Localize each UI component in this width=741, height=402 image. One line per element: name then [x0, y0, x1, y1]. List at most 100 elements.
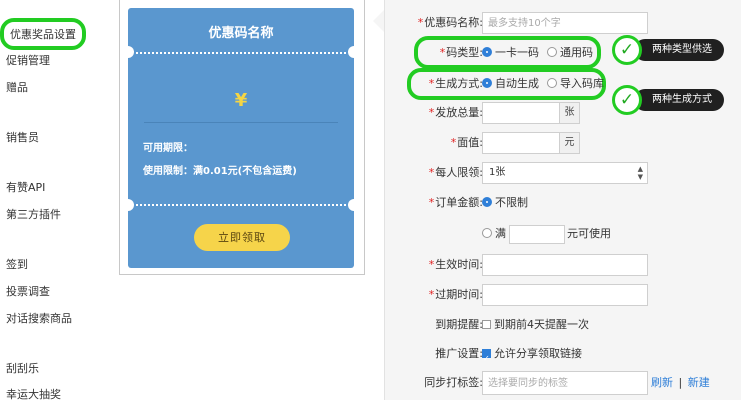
order-amount-label-text: 订单金额: [435, 196, 483, 209]
start-time-label: *生效时间: [429, 253, 483, 277]
radio-selected-icon [482, 78, 492, 88]
checkbox-label: 允许分享领取链接 [494, 347, 582, 360]
select-arrow-icon: ▲ ▼ [637, 165, 643, 181]
sidebar-item-third-party-plugins[interactable]: 第三方插件 [6, 206, 61, 222]
per-user-limit-select[interactable]: 1张 ▲ ▼ [482, 162, 648, 184]
face-value-label-text: 面值: [457, 136, 483, 149]
promotion-label: 推广设置: [435, 347, 483, 360]
order-threshold-input[interactable] [509, 225, 565, 244]
code-type-label-text: 码类型: [446, 46, 483, 59]
coupon-notch-left-bottom [122, 199, 134, 211]
sync-tags-input[interactable] [482, 371, 648, 395]
coupon-validity: 可用期限： [143, 143, 193, 154]
option-label: 自动生成 [495, 77, 539, 90]
sidebar-item-checkin[interactable]: 签到 [6, 256, 28, 272]
radio-unselected-icon [547, 47, 557, 57]
required-marker: * [417, 16, 424, 29]
coupon-top-divider [136, 52, 346, 54]
face-value-label: *面值: [451, 131, 483, 155]
option-label: 一卡一码 [495, 46, 539, 59]
face-value-input[interactable] [482, 132, 560, 154]
form-row-face-value: *面值: 元 [384, 131, 741, 155]
form-row-end-time: *过期时间: [384, 283, 741, 307]
end-time-input[interactable] [482, 284, 648, 306]
coupon-rule [144, 122, 338, 123]
order-amount-option-unlimited[interactable]: 不限制 [482, 191, 528, 215]
check-badge-icon: ✓ [612, 85, 642, 115]
sidebar-item-gifts[interactable]: 赠品 [6, 79, 28, 95]
coupon-notch-right [348, 46, 360, 58]
option-label: 导入码库 [560, 77, 604, 90]
coupon-name-input[interactable] [482, 12, 648, 34]
required-marker: * [428, 258, 435, 271]
checkbox-unchecked-icon [482, 320, 491, 329]
radio-selected-icon [482, 197, 492, 207]
form-row-per-user-limit: *每人限领: 1张 ▲ ▼ [384, 161, 741, 185]
coupon-name-label: *优惠码名称: [418, 11, 483, 35]
order-amount-label: *订单金额: [429, 191, 483, 215]
required-marker: * [428, 166, 435, 179]
required-marker: * [450, 136, 457, 149]
option-label: 满 [495, 227, 506, 240]
sync-tags-links: 刷新 | 新建 [651, 371, 710, 395]
total-quantity-input[interactable] [482, 102, 560, 124]
radio-selected-icon [482, 47, 492, 57]
total-quantity-label-text: 发放总量: [435, 106, 483, 119]
claim-now-button[interactable]: 立即领取 [194, 224, 290, 251]
expire-reminder-label: 到期提醒: [435, 318, 483, 331]
per-user-limit-value: 1张 [489, 167, 506, 178]
sidebar-item-promotion-management[interactable]: 促销管理 [6, 52, 50, 68]
form-row-promotion: 推广设置: 允许分享领取链接 [384, 342, 741, 371]
sidebar-item-coupon-settings[interactable]: 优惠奖品设置 [0, 18, 86, 50]
allow-share-checkbox[interactable]: 允许分享领取链接 [482, 342, 582, 371]
form-row-order-amount: *订单金额: 不限制 [384, 191, 741, 215]
required-marker: * [439, 46, 446, 59]
face-value-unit: 元 [560, 132, 580, 154]
check-badge-icon: ✓ [612, 35, 642, 65]
coupon-notch-left [122, 46, 134, 58]
option-label: 不限制 [495, 196, 528, 209]
total-quantity-label: *发放总量: [429, 101, 483, 125]
form-row-order-amount-threshold: 满 元可使用 [384, 222, 741, 246]
sidebar-item-chat-search[interactable]: 对话搜索商品 [6, 310, 72, 326]
coupon-title: 优惠码名称 [208, 26, 274, 41]
coupon-usage-limit: 使用限制：满0.01元(不包含运费) [143, 166, 297, 177]
sidebar-item-scratch-card[interactable]: 刮刮乐 [6, 360, 39, 376]
per-user-limit-label-text: 每人限领: [435, 166, 483, 179]
annotation-text: 两种生成方式 [634, 89, 724, 111]
sidebar-nav: 优惠奖品设置 促销管理 赠品 销售员 有赞API 第三方插件 签到 投票调查 对… [0, 0, 110, 401]
required-marker: * [428, 106, 435, 119]
generation-option-auto[interactable]: 自动生成 [482, 72, 539, 96]
form-row-sync-tags: 同步打标签: 刷新 | 新建 [384, 371, 741, 395]
coupon-preview-card: 优惠码名称 ¥ 可用期限： 使用限制：满0.01元(不包含运费) 立即领取 [122, 8, 360, 268]
sidebar-item-youzan-api[interactable]: 有赞API [6, 179, 45, 195]
end-time-label-text: 过期时间: [435, 288, 483, 301]
form-row-expire-reminder: 到期提醒: 到期前4天提醒一次 [384, 313, 741, 337]
new-tag-link[interactable]: 新建 [688, 376, 710, 389]
code-type-option-one-card-one-code[interactable]: 一卡一码 [482, 41, 539, 65]
radio-unselected-icon [482, 228, 492, 238]
start-time-input[interactable] [482, 254, 648, 276]
end-time-label: *过期时间: [429, 283, 483, 307]
refresh-tags-link[interactable]: 刷新 [651, 376, 673, 389]
generation-method-label: *生成方式: [429, 72, 483, 96]
generation-option-import[interactable]: 导入码库 [547, 72, 604, 96]
code-type-option-universal-code[interactable]: 通用码 [547, 41, 593, 65]
sidebar-item-voting[interactable]: 投票调查 [6, 283, 50, 299]
order-amount-option-threshold[interactable]: 满 [482, 222, 506, 246]
option-label: 通用码 [560, 46, 593, 59]
checkbox-label: 到期前4天提醒一次 [494, 318, 589, 331]
order-threshold-suffix: 元可使用 [567, 227, 611, 240]
required-marker: * [428, 288, 435, 301]
form-row-start-time: *生效时间: [384, 253, 741, 277]
sidebar-item-salesperson[interactable]: 销售员 [6, 129, 39, 145]
currency-symbol: ¥ [234, 90, 248, 111]
annotation-text: 两种类型供选 [634, 39, 724, 61]
expire-reminder-checkbox[interactable]: 到期前4天提醒一次 [482, 313, 589, 337]
start-time-label-text: 生效时间: [435, 258, 483, 271]
checkbox-checked-icon [482, 347, 491, 371]
coupon-name-label-text: 优惠码名称: [424, 16, 483, 29]
required-marker: * [428, 196, 435, 209]
sync-tags-label: 同步打标签: [424, 376, 483, 389]
code-type-label: *码类型: [440, 41, 483, 65]
